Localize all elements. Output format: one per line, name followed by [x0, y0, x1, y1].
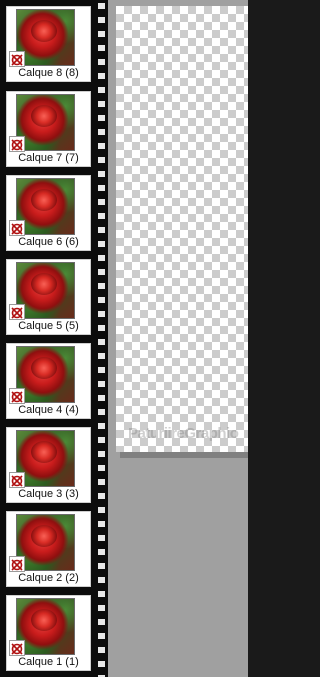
rose-image — [31, 189, 57, 211]
layer-item-5[interactable]: Calque 5 (5) — [6, 259, 91, 335]
watermark-text: PaturiireGraphio — [128, 425, 239, 442]
canvas-shadow — [120, 452, 248, 458]
visibility-toggle-icon[interactable] — [9, 220, 25, 236]
visibility-toggle-icon[interactable] — [9, 472, 25, 488]
layer-label: Calque 2 (2) — [18, 572, 79, 584]
layer-label: Calque 4 (4) — [18, 404, 79, 416]
rose-image — [31, 273, 57, 295]
rose-image — [31, 609, 57, 631]
visibility-toggle-icon[interactable] — [9, 304, 25, 320]
rose-image — [31, 105, 57, 127]
transparent-canvas[interactable] — [116, 6, 248, 452]
visibility-toggle-icon[interactable] — [9, 640, 25, 656]
layer-label: Calque 1 (1) — [18, 656, 79, 668]
layer-label: Calque 5 (5) — [18, 320, 79, 332]
visibility-toggle-icon[interactable] — [9, 51, 25, 67]
layer-label: Calque 3 (3) — [18, 488, 79, 500]
layer-label: Calque 7 (7) — [18, 152, 79, 164]
layer-item-1[interactable]: Calque 1 (1) — [6, 595, 91, 671]
layer-item-6[interactable]: Calque 6 (6) — [6, 175, 91, 251]
layer-item-2[interactable]: Calque 2 (2) — [6, 511, 91, 587]
visibility-toggle-icon[interactable] — [9, 388, 25, 404]
visibility-toggle-icon[interactable] — [9, 556, 25, 572]
layer-label: Calque 8 (8) — [18, 67, 79, 79]
layer-item-7[interactable]: Calque 7 (7) — [6, 91, 91, 167]
layer-label: Calque 6 (6) — [18, 236, 79, 248]
rose-image — [31, 357, 57, 379]
layers-film-strip: Calque 8 (8) Calque 7 (7) Calque 6 (6) C… — [0, 0, 108, 677]
workspace: PaturiireGraphio — [108, 0, 248, 677]
layer-item-8[interactable]: Calque 8 (8) — [6, 6, 91, 82]
layer-item-3[interactable]: Calque 3 (3) — [6, 427, 91, 503]
film-sprockets — [94, 0, 108, 677]
layer-item-4[interactable]: Calque 4 (4) — [6, 343, 91, 419]
rose-image — [31, 525, 57, 547]
rose-image — [31, 441, 57, 463]
visibility-toggle-icon[interactable] — [9, 136, 25, 152]
rose-image — [31, 20, 57, 42]
